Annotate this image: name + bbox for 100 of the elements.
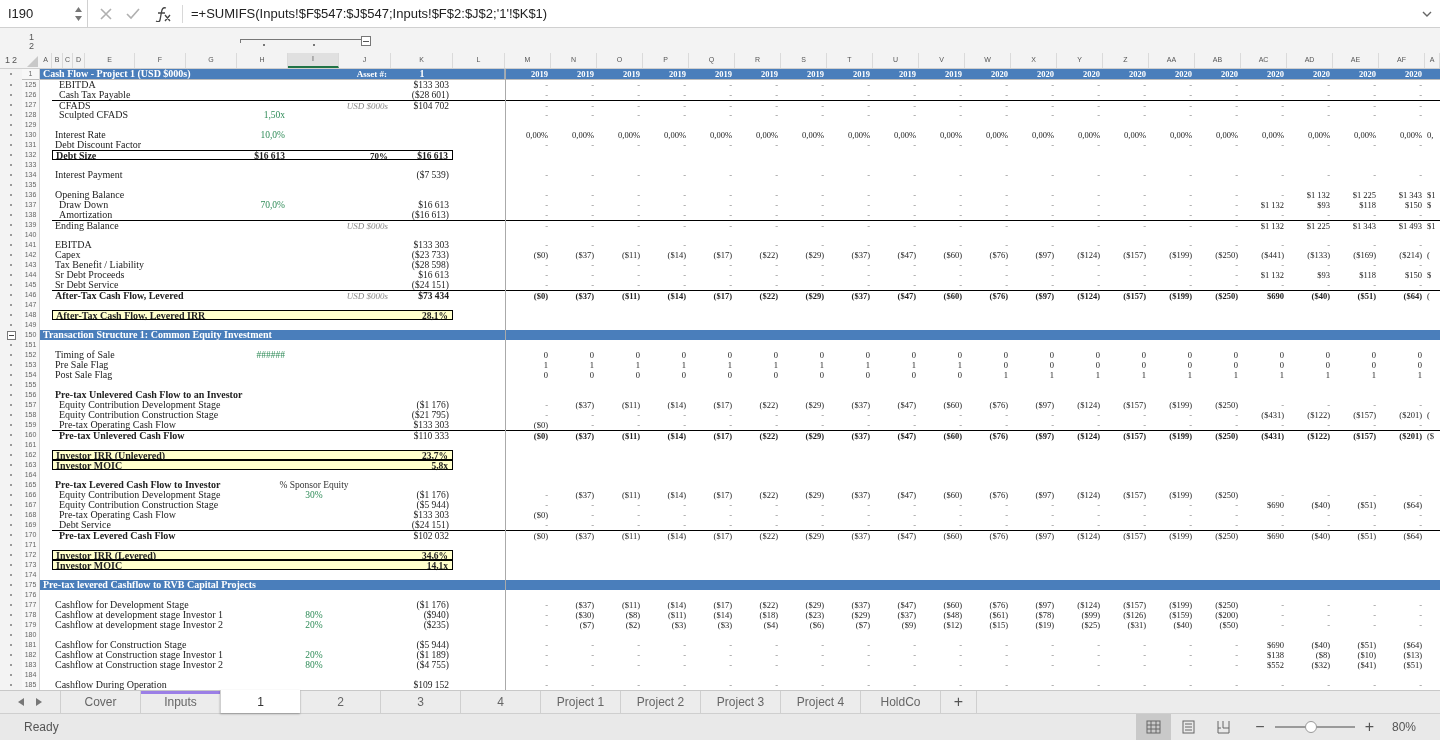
table-cell-text: 0 <box>1002 350 1009 360</box>
table-cell-text: - <box>1418 620 1423 630</box>
outline-level-button[interactable]: 1 <box>5 53 10 68</box>
table-cell: - <box>827 100 873 110</box>
outline-level-button[interactable]: 2 <box>29 42 34 51</box>
table-cell-text: - <box>866 140 871 150</box>
table-cell-text: $552 <box>1266 660 1285 670</box>
table-cell: ($ <box>1425 430 1440 440</box>
table-cell-text: 20% <box>304 620 324 630</box>
scroll-left-icon[interactable] <box>17 697 25 707</box>
table-cell: ($14) <box>643 530 689 540</box>
table-cell-text: - <box>728 110 733 120</box>
slider-thumb[interactable] <box>1304 721 1317 733</box>
table-cell-text: - <box>774 640 779 650</box>
table-cell-text: - <box>1234 140 1239 150</box>
table-cell: - <box>1011 100 1057 110</box>
row-label: Interest Rate <box>54 130 107 140</box>
table-cell-text: - <box>820 640 825 650</box>
table-cell-text: 0,00% <box>801 130 825 140</box>
scroll-right-icon[interactable] <box>35 697 43 707</box>
table-cell-text: - <box>1096 210 1101 220</box>
table-cell-text: ($37) <box>574 250 595 260</box>
zoom-out-button[interactable]: − <box>1251 715 1269 739</box>
table-cell-text: 0 <box>634 370 641 380</box>
table-cell-text: 0 <box>1048 360 1055 370</box>
row-label: Cashflow for Construction Stage <box>54 640 187 650</box>
table-cell-text: - <box>866 260 871 270</box>
table-cell-text: ($13) <box>1402 650 1423 660</box>
table-cell-text: ($22) <box>758 400 779 410</box>
table-cell-text: - <box>544 110 549 120</box>
table-cell-text: - <box>958 520 963 530</box>
table-cell-text: - <box>1096 280 1101 290</box>
table-cell-text: - <box>1234 510 1239 520</box>
zoom-in-button[interactable]: + <box>1360 715 1378 739</box>
column-group-bracket[interactable] <box>240 36 371 48</box>
table-cell-text: - <box>866 410 871 420</box>
table-cell-text: - <box>1234 200 1239 210</box>
function-icon[interactable] <box>154 5 172 22</box>
table-cell-text: 1 <box>1416 370 1423 380</box>
table-cell-text: ($47) <box>896 250 917 260</box>
table-cell-text: ($169) <box>1352 250 1377 260</box>
outline-level-button[interactable]: 2 <box>12 53 17 68</box>
formula-field[interactable]: =+SUMIFS(Inputs!$F$547:$J$547;Inputs!$F$2:$J$2;'1'!$K$1) <box>191 3 1422 24</box>
sheet-tab[interactable]: 1 <box>220 690 300 713</box>
table-cell: - <box>643 220 689 230</box>
table-cell-text: - <box>1372 420 1377 430</box>
table-cell: ($22) <box>735 430 781 440</box>
table-cell-text: 20% <box>304 650 324 660</box>
table-cell: $690 <box>1241 290 1287 300</box>
table-cell: ($124) <box>1057 290 1103 300</box>
table-cell-text: - <box>1280 610 1285 620</box>
table-cell-text: 0,00% <box>709 130 733 140</box>
table-cell-text: - <box>728 660 733 670</box>
table-cell: - <box>919 220 965 230</box>
table-cell-text: - <box>1372 610 1377 620</box>
table-cell: - <box>643 100 689 110</box>
table-cell-text: - <box>820 240 825 250</box>
table-cell-text: - <box>544 270 549 280</box>
table-cell-text: - <box>866 510 871 520</box>
row-label: Investor IRR (Levered) <box>55 551 158 561</box>
table-cell: ($37) <box>827 290 873 300</box>
row-label: Investor MOIC <box>55 461 123 471</box>
row-label: Sculpted CFADS <box>58 110 129 120</box>
table-cell-text: ($14) <box>666 400 687 410</box>
table-cell-text: ($47) <box>896 600 917 610</box>
table-cell-text: 2019 <box>898 69 917 79</box>
table-cell-text: ($76) <box>988 490 1009 500</box>
table-cell-text: - <box>820 270 825 280</box>
table-cell: ($14) <box>643 430 689 440</box>
outline-level-button[interactable]: 1 <box>29 33 34 42</box>
table-cell-text: ($10) <box>1356 650 1377 660</box>
name-box[interactable]: I190 <box>0 0 88 27</box>
zoom-slider[interactable] <box>1274 721 1355 733</box>
table-cell-text: ($1 176) <box>415 490 450 500</box>
stepper-icon[interactable] <box>74 4 83 23</box>
collapse-button[interactable] <box>6 330 16 340</box>
cancel-icon[interactable] <box>100 7 112 20</box>
table-cell-text: - <box>544 500 549 510</box>
table-cell-text: ($51) <box>1402 660 1423 670</box>
check-icon[interactable] <box>126 7 140 20</box>
table-cell: ($22) <box>735 530 781 540</box>
table-cell-text: 14,1x <box>425 561 449 571</box>
table-cell-text: $690 <box>1266 640 1285 650</box>
table-cell-text: - <box>1418 610 1423 620</box>
table-cell-text: ($250) <box>1214 600 1239 610</box>
table-cell-text: - <box>1326 280 1331 290</box>
table-cell-text: - <box>1372 680 1377 690</box>
table-cell-text: ($12) <box>942 620 963 630</box>
table-cell: - <box>1149 100 1195 110</box>
table-cell-text: - <box>866 110 871 120</box>
table-cell-text: ($5 944) <box>415 640 450 650</box>
table-cell-text: - <box>1004 260 1009 270</box>
table-cell-text: 2020 <box>1174 69 1193 79</box>
table-cell: ($51) <box>1333 530 1379 540</box>
view-button[interactable] <box>1136 713 1172 740</box>
table-cell-text: - <box>774 520 779 530</box>
table-cell: ($124) <box>1057 530 1103 540</box>
chevron-down-icon[interactable] <box>1422 10 1432 17</box>
table-cell-text: - <box>636 280 641 290</box>
table-cell-text: 0,00% <box>1353 130 1377 140</box>
